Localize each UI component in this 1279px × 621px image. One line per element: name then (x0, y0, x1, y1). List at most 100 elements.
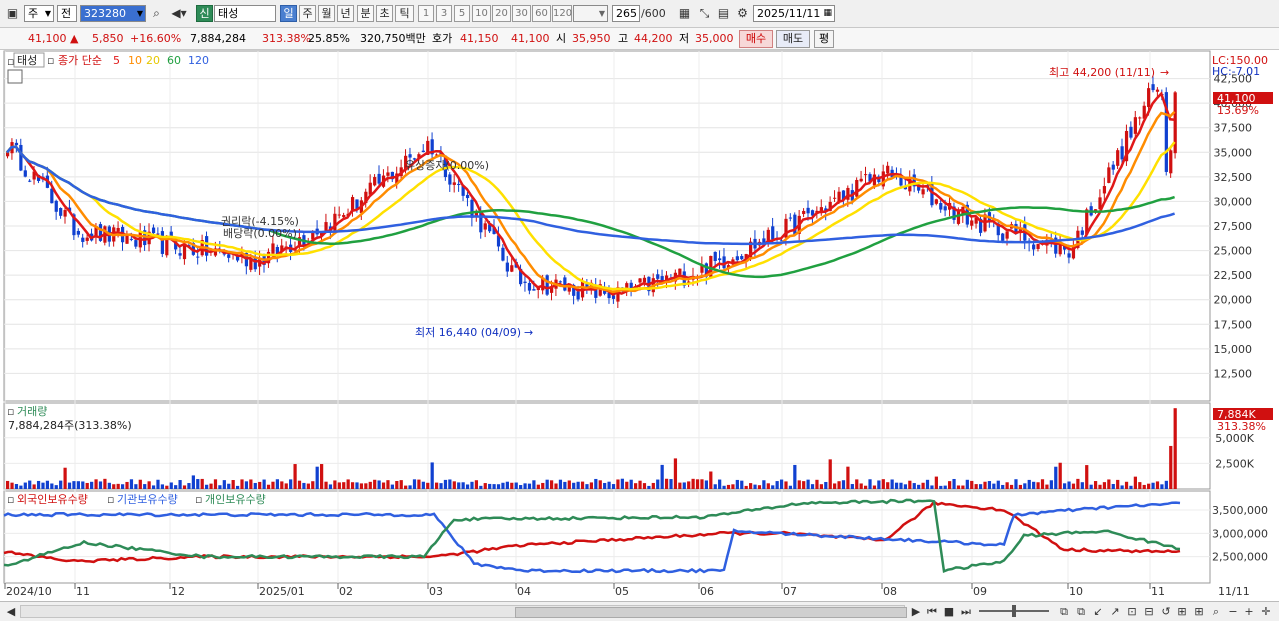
chart-settings-icon[interactable]: ▦ (676, 5, 693, 22)
volume-panel[interactable] (3, 402, 1211, 490)
eval-button[interactable]: 평 (814, 30, 834, 48)
horizontal-scrollbar[interactable] (20, 605, 907, 618)
scroll-left-icon[interactable]: ◀ (3, 603, 19, 620)
first-page-icon[interactable]: ⏮ (924, 603, 940, 620)
tool-icon[interactable]: ⊡ (1124, 603, 1140, 620)
draw-tool-icon[interactable]: ⤡ (696, 5, 713, 22)
expand-icon[interactable]: ↗ (1107, 603, 1123, 620)
minute-60-button[interactable]: 60 (532, 5, 551, 22)
minute-30-button[interactable]: 30 (512, 5, 531, 22)
save-icon[interactable]: ▤ (715, 5, 732, 22)
tab-tick[interactable]: 틱 (395, 5, 414, 22)
stock-code-input[interactable]: 323280 ▼ (80, 5, 146, 22)
holdings-panel[interactable] (3, 490, 1211, 584)
zoom-slider-handle[interactable] (1012, 605, 1016, 617)
volume-bar (872, 485, 877, 489)
volume-bar (1027, 479, 1031, 489)
legend-ma5: 5 (113, 54, 120, 67)
volume-bar (1098, 484, 1102, 489)
bar-count-input[interactable]: 265 (612, 5, 640, 22)
tool-icon[interactable]: ⊞ (1191, 603, 1207, 620)
stock-name-field[interactable]: 태성 (214, 5, 276, 22)
bid-price: 41,100 (511, 32, 550, 45)
minute-10-button[interactable]: 10 (472, 5, 491, 22)
scroll-right-icon[interactable]: ▶ (908, 603, 924, 620)
tool-icon[interactable]: ⊞ (1174, 603, 1190, 620)
last-page-icon[interactable]: ⏭ (958, 603, 974, 620)
candle (28, 180, 32, 182)
window-icon[interactable]: ▣ (4, 5, 21, 22)
custom-period-select[interactable]: ▼ (573, 5, 608, 22)
status-bar: ◀ ▶ ⏮ ■ ⏭ ⧉ ⧉ ↙ ↗ ⊡ ⊟ ↺ ⊞ ⊞ ⌕ − + ✛ (0, 601, 1279, 621)
sell-button[interactable]: 매도 (776, 30, 810, 48)
mode-select[interactable]: 전 (57, 5, 77, 22)
x-tick-label: 11 (1151, 585, 1165, 598)
collapse-icon[interactable]: ↙ (1090, 603, 1106, 620)
volume-bar (722, 485, 726, 489)
restore-icon[interactable]: ↺ (1158, 603, 1174, 620)
pan-icon[interactable]: ✛ (1258, 603, 1274, 620)
candle (448, 174, 452, 185)
volume-bar (1102, 482, 1107, 489)
candle (793, 214, 797, 235)
volume-bar (996, 480, 1000, 489)
volume-bar (359, 483, 364, 489)
buy-button[interactable]: 매수 (739, 30, 773, 48)
volume-bar (735, 479, 739, 489)
volume-bar (833, 483, 837, 489)
change-value: 5,850 (92, 32, 124, 45)
volume-bar (1089, 484, 1093, 489)
calendar-icon[interactable]: ▦ (823, 6, 832, 21)
tab-day[interactable]: 일 (280, 5, 297, 22)
quote-label: 호가 (432, 32, 453, 45)
tab-year[interactable]: 년 (337, 5, 354, 22)
tool-icon[interactable]: ⊟ (1141, 603, 1157, 620)
stop-icon[interactable]: ■ (941, 603, 957, 620)
candle (19, 144, 23, 171)
tab-minute[interactable]: 분 (357, 5, 374, 22)
chart-area[interactable]: 2024/10 11 12 2025/01 02 03 04 05 06 07 08 09 10 11 11… (0, 50, 1279, 601)
volume-bar (120, 484, 125, 489)
candle (523, 281, 527, 283)
market-type-select[interactable]: 주 ▼ (24, 5, 54, 22)
minute-3-button[interactable]: 3 (436, 5, 452, 22)
volume-bar (253, 482, 257, 489)
volume-bar (342, 482, 346, 489)
legend-ma-label: 종가 단순 (58, 54, 102, 67)
gear-icon[interactable]: ⚙ (734, 5, 751, 22)
volume-bar (1045, 484, 1049, 489)
panel-icon[interactable]: ⧉ (1073, 603, 1089, 620)
x-tick-label: 07 (783, 585, 797, 598)
minute-1-button[interactable]: 1 (418, 5, 434, 22)
speaker-icon[interactable]: ◀▾ (166, 5, 192, 22)
candle (76, 230, 80, 235)
tab-month[interactable]: 월 (318, 5, 335, 22)
minute-20-button[interactable]: 20 (492, 5, 511, 22)
search-icon[interactable]: ⌕ (148, 5, 165, 22)
zoom-in-icon[interactable]: + (1241, 603, 1257, 620)
volume-bar (589, 482, 594, 489)
zoom-out-icon[interactable]: − (1225, 603, 1241, 620)
minute-5-button[interactable]: 5 (454, 5, 470, 22)
volume-bar (63, 467, 67, 489)
volume-bar (709, 471, 713, 489)
volume-bar (987, 481, 992, 489)
scrollbar-thumb[interactable] (515, 607, 907, 618)
candle (970, 220, 974, 226)
zoom-slider[interactable] (979, 605, 1049, 617)
panel-icon[interactable]: ⧉ (1056, 603, 1072, 620)
tab-week[interactable]: 주 (299, 5, 316, 22)
date-input[interactable]: 2025/11/11 ▦ (753, 5, 835, 22)
grid-toggle-icon[interactable] (7, 69, 23, 84)
volume-bar (563, 481, 567, 489)
volume-bar (23, 482, 27, 489)
minute-120-button[interactable]: 120 (552, 5, 572, 22)
search-icon[interactable]: ⌕ (1208, 603, 1224, 620)
volume-bar (669, 479, 673, 489)
volume-bar (642, 483, 647, 489)
volume-bar (209, 483, 213, 489)
candle (576, 291, 580, 300)
volume-bar (116, 483, 120, 489)
tab-second[interactable]: 초 (376, 5, 393, 22)
candle (324, 222, 328, 232)
